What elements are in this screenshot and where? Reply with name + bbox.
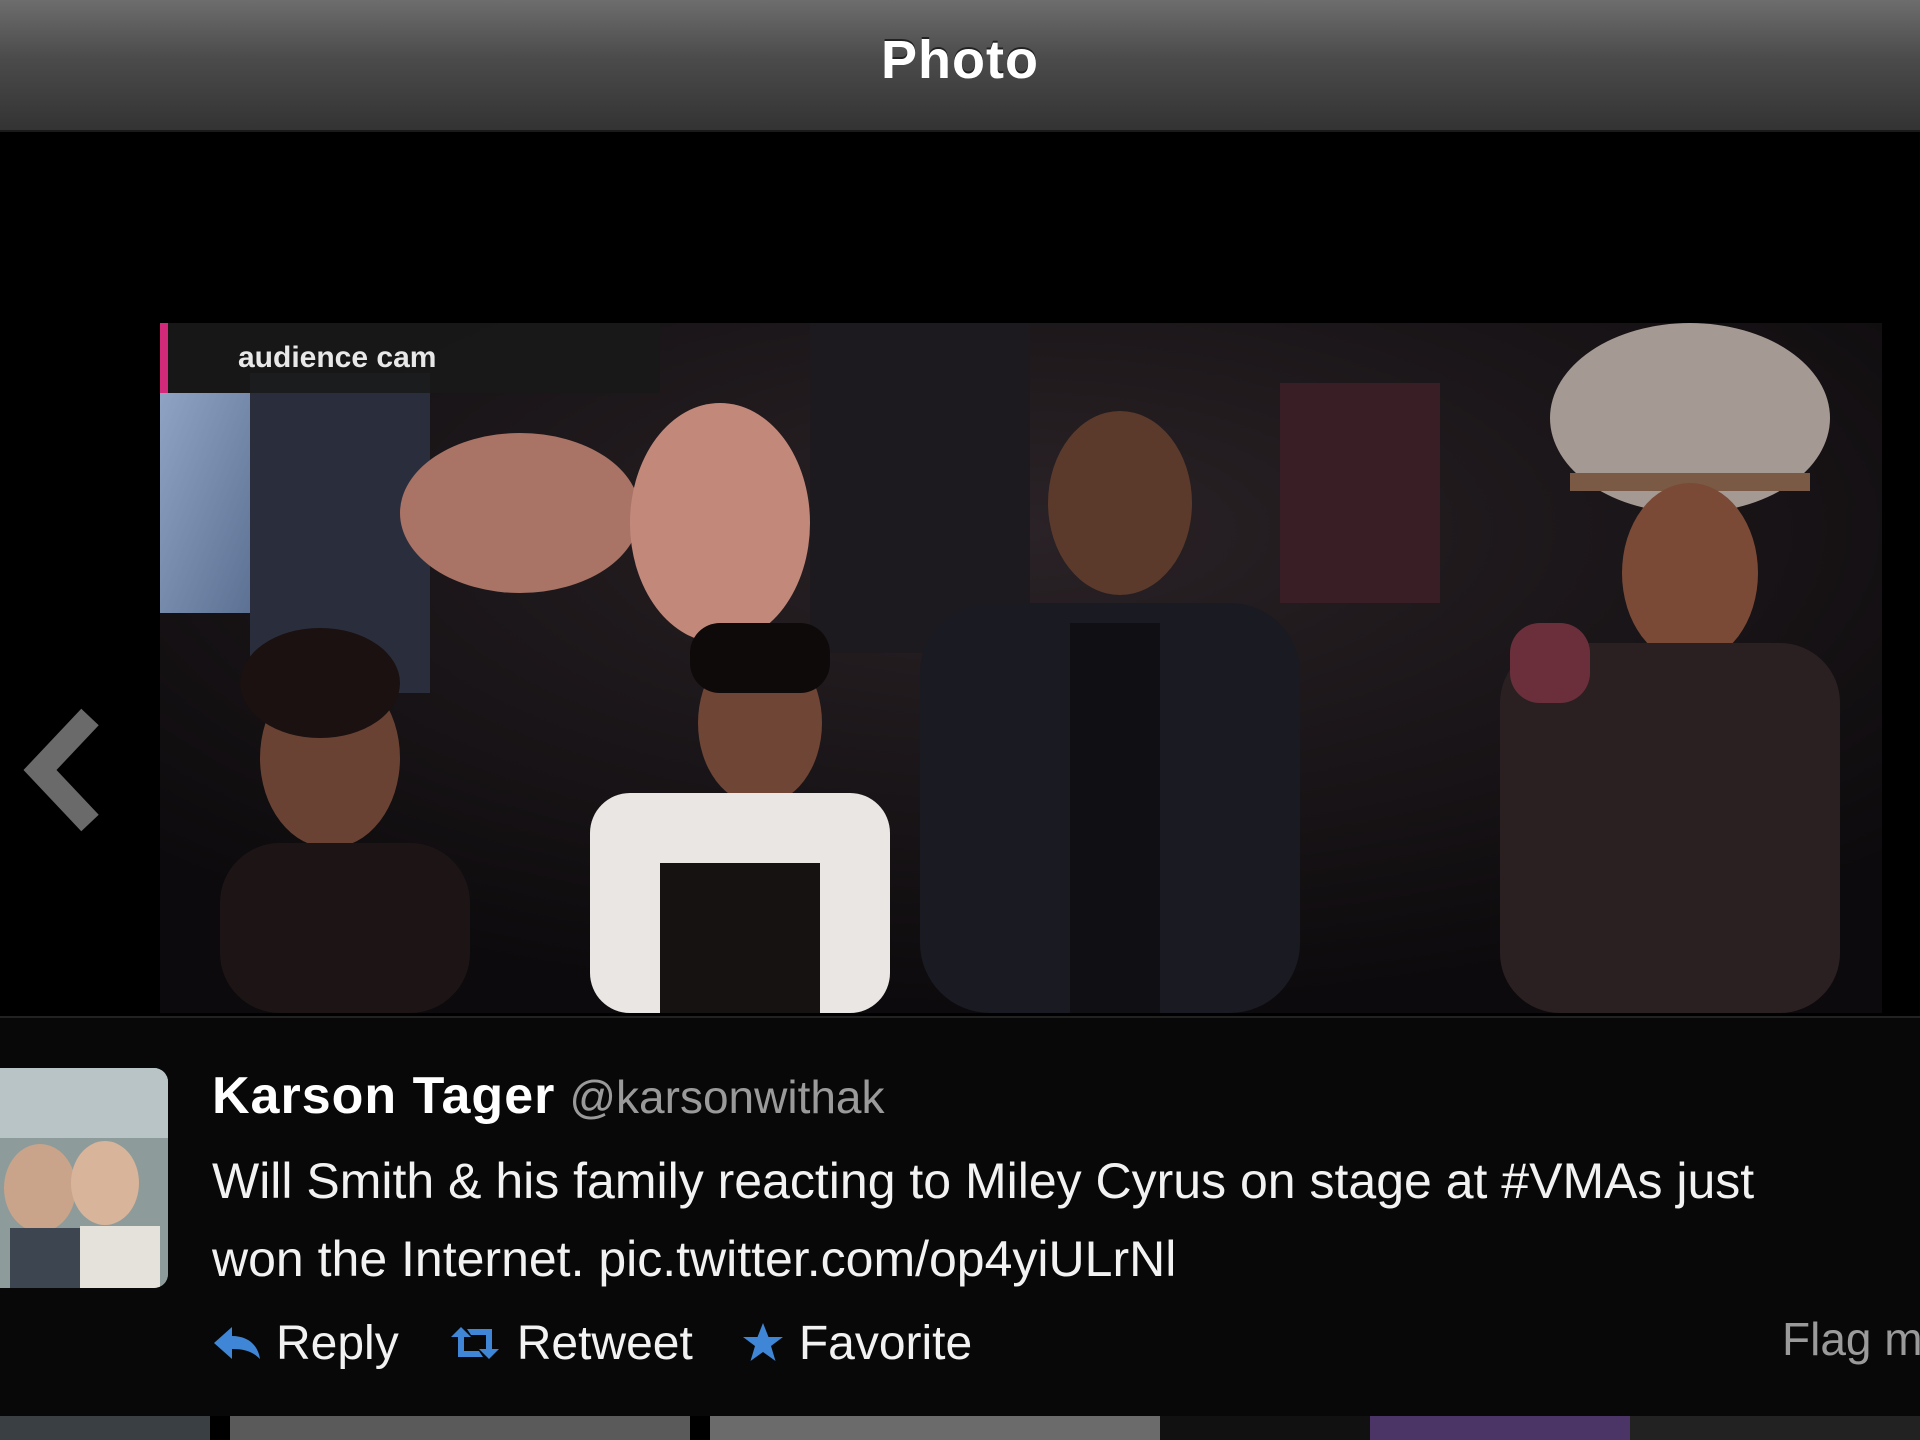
retweet-button[interactable]: Retweet <box>447 1316 693 1371</box>
author-name[interactable]: Karson Tager <box>212 1067 555 1125</box>
thumbnail[interactable] <box>230 1416 690 1440</box>
thumbnail[interactable] <box>1630 1416 1920 1440</box>
tweet-photo[interactable]: audience cam <box>160 323 1882 1013</box>
thumbnail[interactable] <box>1370 1416 1630 1440</box>
reply-button[interactable]: Reply <box>212 1316 399 1371</box>
favorite-label: Favorite <box>798 1316 973 1370</box>
thumbnail[interactable] <box>0 1416 210 1440</box>
thumbnail-gap <box>210 1416 230 1440</box>
tweet-text-line-1: Will Smith & his family reacting to Mile… <box>212 1153 1755 1209</box>
chevron-left-icon <box>23 708 99 832</box>
thumbnail-gap <box>690 1416 710 1440</box>
tweet-panel: Karson Tager @karsonwithak Will Smith & h… <box>0 1016 1920 1418</box>
top-bar: Photo <box>0 0 1920 132</box>
tweet-actions: Reply Retweet Favorite <box>212 1308 1020 1378</box>
tweet-text-line-2: won the Internet. pic.twitter.com/op4yiU… <box>212 1231 1177 1287</box>
author-handle[interactable]: @karsonwithak <box>569 1071 884 1123</box>
thumbnail-strip <box>0 1416 1920 1440</box>
tweet-text: Will Smith & his family reacting to Mile… <box>212 1142 1912 1298</box>
audience-cam-label: audience cam <box>160 323 660 393</box>
retweet-icon <box>450 1327 499 1359</box>
avatar-image <box>0 1068 168 1288</box>
reply-label: Reply <box>276 1316 399 1370</box>
avatar[interactable] <box>0 1068 168 1288</box>
flag-media-link[interactable]: Flag m <box>1782 1312 1920 1366</box>
favorite-button[interactable]: Favorite <box>741 1316 972 1371</box>
thumbnail[interactable] <box>710 1416 1160 1440</box>
tweet-author: Karson Tager @karsonwithak <box>212 1066 885 1126</box>
audience-photo-image <box>160 323 1882 1013</box>
previous-photo-button[interactable] <box>18 705 108 835</box>
page-title: Photo <box>881 30 1039 90</box>
thumbnail-gap <box>1160 1416 1370 1440</box>
reply-icon <box>214 1327 260 1359</box>
retweet-label: Retweet <box>516 1316 693 1370</box>
star-icon <box>742 1323 783 1361</box>
